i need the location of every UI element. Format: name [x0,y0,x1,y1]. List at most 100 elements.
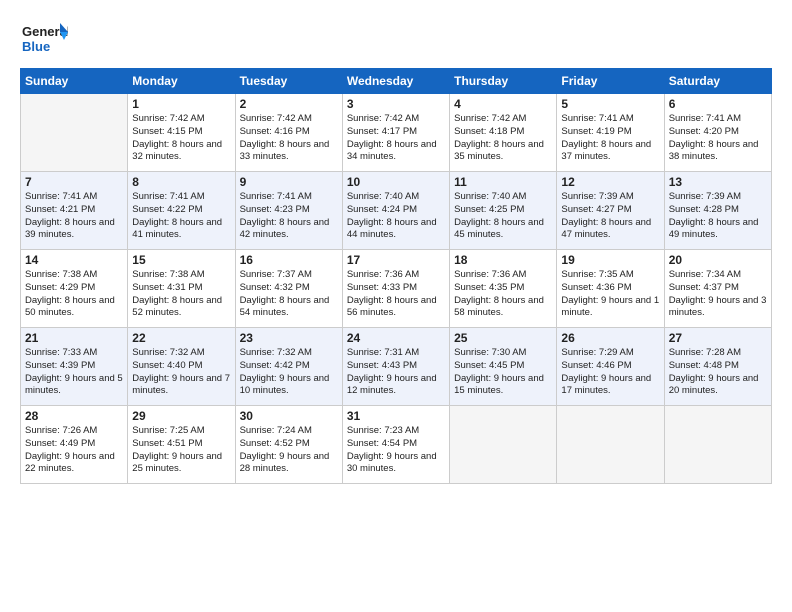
cell-info: Sunrise: 7:42 AM Sunset: 4:16 PM Dayligh… [240,113,338,164]
calendar-cell: 30Sunrise: 7:24 AM Sunset: 4:52 PM Dayli… [235,406,342,484]
calendar-cell: 26 Sunrise: 7:29 AM Sunset: 4:46 PM Dayli… [557,328,664,406]
cell-info: Sunrise: 7:32 AM Sunset: 4:42 PM Dayligh… [240,347,338,398]
day-number: 18 [454,253,552,267]
calendar-cell: 25 Sunrise: 7:30 AM Sunset: 4:45 PM Dayli… [450,328,557,406]
cell-info: Sunrise: 7:35 AM Sunset: 4:36 PM Dayligh… [561,269,659,320]
day-number: 8 [132,175,230,189]
calendar-cell [557,406,664,484]
cell-info: Sunrise: 7:29 AM Sunset: 4:46 PM Dayligh… [561,347,659,398]
cell-info: Sunrise: 7:24 AM Sunset: 4:52 PM Dayligh… [240,425,338,476]
calendar-cell: 18 Sunrise: 7:36 AM Sunset: 4:35 PM Dayli… [450,250,557,328]
calendar-cell [450,406,557,484]
calendar-cell: 31Sunrise: 7:23 AM Sunset: 4:54 PM Dayli… [342,406,449,484]
calendar-cell [21,94,128,172]
cell-info: Sunrise: 7:36 AM Sunset: 4:35 PM Dayligh… [454,269,552,320]
day-number: 24 [347,331,445,345]
cell-info: Sunrise: 7:28 AM Sunset: 4:48 PM Dayligh… [669,347,767,398]
calendar-week-row: 7 Sunrise: 7:41 AM Sunset: 4:21 PM Daylig… [21,172,772,250]
cell-info: Sunrise: 7:36 AM Sunset: 4:33 PM Dayligh… [347,269,445,320]
logo: General Blue [20,18,68,58]
cell-info: Sunrise: 7:42 AM Sunset: 4:17 PM Dayligh… [347,113,445,164]
day-number: 6 [669,97,767,111]
day-number: 7 [25,175,123,189]
calendar-cell: 16 Sunrise: 7:37 AM Sunset: 4:32 PM Dayli… [235,250,342,328]
cell-info: Sunrise: 7:39 AM Sunset: 4:28 PM Dayligh… [669,191,767,242]
day-number: 21 [25,331,123,345]
calendar-cell [664,406,771,484]
calendar-week-row: 21 Sunrise: 7:33 AM Sunset: 4:39 PM Dayli… [21,328,772,406]
weekday-header: Saturday [664,69,771,94]
calendar-header-row: SundayMondayTuesdayWednesdayThursdayFrid… [21,69,772,94]
calendar-cell: 24 Sunrise: 7:31 AM Sunset: 4:43 PM Dayli… [342,328,449,406]
day-number: 29 [132,409,230,423]
day-number: 28 [25,409,123,423]
day-number: 3 [347,97,445,111]
calendar-cell: 10 Sunrise: 7:40 AM Sunset: 4:24 PM Dayli… [342,172,449,250]
cell-info: Sunrise: 7:37 AM Sunset: 4:32 PM Dayligh… [240,269,338,320]
calendar-cell: 21 Sunrise: 7:33 AM Sunset: 4:39 PM Dayli… [21,328,128,406]
cell-info: Sunrise: 7:33 AM Sunset: 4:39 PM Dayligh… [25,347,123,398]
day-number: 22 [132,331,230,345]
cell-info: Sunrise: 7:42 AM Sunset: 4:15 PM Dayligh… [132,113,230,164]
cell-info: Sunrise: 7:26 AM Sunset: 4:49 PM Dayligh… [25,425,123,476]
calendar-cell: 8 Sunrise: 7:41 AM Sunset: 4:22 PM Daylig… [128,172,235,250]
calendar-cell: 22 Sunrise: 7:32 AM Sunset: 4:40 PM Dayli… [128,328,235,406]
cell-info: Sunrise: 7:30 AM Sunset: 4:45 PM Dayligh… [454,347,552,398]
calendar-cell: 23Sunrise: 7:32 AM Sunset: 4:42 PM Dayli… [235,328,342,406]
day-number: 15 [132,253,230,267]
calendar-cell: 29 Sunrise: 7:25 AM Sunset: 4:51 PM Dayli… [128,406,235,484]
calendar-cell: 17 Sunrise: 7:36 AM Sunset: 4:33 PM Dayli… [342,250,449,328]
calendar-cell: 14Sunrise: 7:38 AM Sunset: 4:29 PM Dayli… [21,250,128,328]
header: General Blue [20,18,772,58]
cell-info: Sunrise: 7:41 AM Sunset: 4:19 PM Dayligh… [561,113,659,164]
cell-info: Sunrise: 7:32 AM Sunset: 4:40 PM Dayligh… [132,347,230,398]
calendar-cell: 4 Sunrise: 7:42 AM Sunset: 4:18 PM Daylig… [450,94,557,172]
weekday-header: Sunday [21,69,128,94]
calendar-cell: 3 Sunrise: 7:42 AM Sunset: 4:17 PM Daylig… [342,94,449,172]
cell-info: Sunrise: 7:40 AM Sunset: 4:24 PM Dayligh… [347,191,445,242]
day-number: 20 [669,253,767,267]
cell-info: Sunrise: 7:38 AM Sunset: 4:29 PM Dayligh… [25,269,123,320]
cell-info: Sunrise: 7:38 AM Sunset: 4:31 PM Dayligh… [132,269,230,320]
weekday-header: Tuesday [235,69,342,94]
day-number: 9 [240,175,338,189]
cell-info: Sunrise: 7:41 AM Sunset: 4:21 PM Dayligh… [25,191,123,242]
calendar-cell: 19Sunrise: 7:35 AM Sunset: 4:36 PM Dayli… [557,250,664,328]
cell-info: Sunrise: 7:41 AM Sunset: 4:22 PM Dayligh… [132,191,230,242]
day-number: 27 [669,331,767,345]
calendar-week-row: 14Sunrise: 7:38 AM Sunset: 4:29 PM Dayli… [21,250,772,328]
day-number: 11 [454,175,552,189]
calendar-cell: 9 Sunrise: 7:41 AM Sunset: 4:23 PM Daylig… [235,172,342,250]
day-number: 5 [561,97,659,111]
calendar-week-row: 28 Sunrise: 7:26 AM Sunset: 4:49 PM Dayli… [21,406,772,484]
day-number: 2 [240,97,338,111]
calendar-cell: 13Sunrise: 7:39 AM Sunset: 4:28 PM Dayli… [664,172,771,250]
day-number: 17 [347,253,445,267]
calendar-cell: 5 Sunrise: 7:41 AM Sunset: 4:19 PM Daylig… [557,94,664,172]
page-container: General Blue SundayMondayTuesdayWednesda… [0,0,792,494]
weekday-header: Thursday [450,69,557,94]
calendar-cell: 20 Sunrise: 7:34 AM Sunset: 4:37 PM Dayli… [664,250,771,328]
calendar-week-row: 1Sunrise: 7:42 AM Sunset: 4:15 PM Daylig… [21,94,772,172]
day-number: 31 [347,409,445,423]
calendar-cell: 12Sunrise: 7:39 AM Sunset: 4:27 PM Dayli… [557,172,664,250]
day-number: 16 [240,253,338,267]
calendar-cell: 1Sunrise: 7:42 AM Sunset: 4:15 PM Daylig… [128,94,235,172]
day-number: 26 [561,331,659,345]
cell-info: Sunrise: 7:31 AM Sunset: 4:43 PM Dayligh… [347,347,445,398]
day-number: 10 [347,175,445,189]
logo-icon: General Blue [20,18,68,58]
calendar-cell: 11 Sunrise: 7:40 AM Sunset: 4:25 PM Dayli… [450,172,557,250]
cell-info: Sunrise: 7:41 AM Sunset: 4:20 PM Dayligh… [669,113,767,164]
cell-info: Sunrise: 7:34 AM Sunset: 4:37 PM Dayligh… [669,269,767,320]
cell-info: Sunrise: 7:40 AM Sunset: 4:25 PM Dayligh… [454,191,552,242]
cell-info: Sunrise: 7:42 AM Sunset: 4:18 PM Dayligh… [454,113,552,164]
calendar-cell: 28 Sunrise: 7:26 AM Sunset: 4:49 PM Dayli… [21,406,128,484]
calendar-table: SundayMondayTuesdayWednesdayThursdayFrid… [20,68,772,484]
weekday-header: Friday [557,69,664,94]
cell-info: Sunrise: 7:41 AM Sunset: 4:23 PM Dayligh… [240,191,338,242]
day-number: 25 [454,331,552,345]
cell-info: Sunrise: 7:39 AM Sunset: 4:27 PM Dayligh… [561,191,659,242]
cell-info: Sunrise: 7:25 AM Sunset: 4:51 PM Dayligh… [132,425,230,476]
day-number: 4 [454,97,552,111]
